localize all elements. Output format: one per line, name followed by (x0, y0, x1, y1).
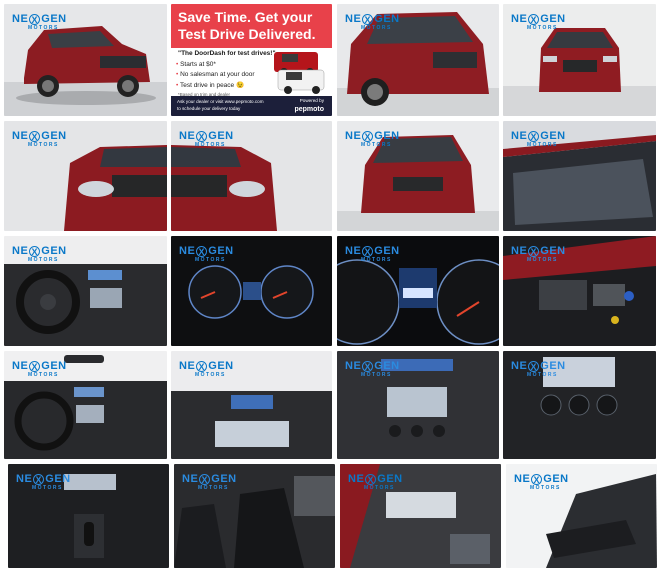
promo-footer: Ask your dealer or visit www.pepmoto.com… (171, 96, 332, 116)
promo-headline: Save Time. Get your (178, 9, 313, 25)
dealer-logo: NE X GEN MOTORS (511, 130, 566, 148)
gallery-photo[interactable]: NE X GEN MOTORS (503, 4, 656, 116)
promo-bullet: Starts at $0* (176, 61, 255, 68)
gallery-photo[interactable]: NE X GEN MOTORS (171, 351, 332, 459)
promo-footer-line-2: to schedule your delivery today (177, 106, 241, 111)
gallery-photo[interactable]: NE X GEN MOTORS (337, 351, 499, 459)
dealer-logo: NE X GEN MOTORS (345, 130, 400, 148)
dealer-logo: NE X GEN MOTORS (182, 473, 237, 491)
dealer-logo: NE X GEN MOTORS (12, 130, 67, 148)
dealer-logo: NE X GEN MOTORS (179, 130, 234, 148)
gallery-photo[interactable]: NE X GEN MOTORS (4, 351, 167, 459)
gallery-photo[interactable]: NE X GEN MOTORS (506, 464, 657, 568)
dealer-logo: NE X GEN MOTORS (179, 360, 234, 378)
gallery-photo[interactable]: NE X GEN MOTORS (174, 464, 335, 568)
gallery-photo[interactable]: NE X GEN MOTORS (171, 236, 332, 346)
gallery-photo[interactable]: NE X GEN MOTORS (4, 4, 167, 116)
dealer-logo: NE X GEN MOTORS (16, 473, 71, 491)
dealer-logo: NE X GEN MOTORS (511, 13, 566, 31)
gallery-photo[interactable]: NE X GEN MOTORS (8, 464, 169, 568)
dealer-logo: NE X GEN MOTORS (12, 245, 67, 263)
promo-bullets: Starts at $0* No salesman at your door T… (176, 61, 255, 92)
dealer-logo: NE X GEN MOTORS (348, 473, 403, 491)
dealer-logo: NE X GEN MOTORS (511, 360, 566, 378)
promo-banner: Save Time. Get your Test Drive Delivered… (171, 4, 332, 48)
dealer-logo: NE X GEN MOTORS (345, 245, 400, 263)
gallery-photo[interactable]: NE X GEN MOTORS (340, 464, 501, 568)
powered-by-label: Powered by (299, 98, 324, 103)
trucks-image (274, 52, 325, 94)
gallery-photo[interactable]: NE X GEN MOTORS (4, 236, 167, 346)
gallery-photo[interactable]: NE X GEN MOTORS (503, 236, 656, 346)
dealer-logo: NE X GEN MOTORS (514, 473, 569, 491)
dealer-logo: NE X GEN MOTORS (12, 360, 67, 378)
gallery-photo[interactable]: NE X GEN MOTORS (337, 4, 499, 116)
promo-headline-2: Test Drive Delivered. (178, 26, 316, 42)
dealer-logo: NE X GEN MOTORS (345, 13, 400, 31)
gallery-photo[interactable]: NE X GEN MOTORS (4, 121, 167, 231)
dealer-logo: NE X GEN MOTORS (511, 245, 566, 263)
dealer-logo: NE X GEN MOTORS (12, 13, 67, 31)
gallery-photo[interactable]: NE X GEN MOTORS (171, 121, 332, 231)
gallery-photo[interactable]: NE X GEN MOTORS (503, 121, 656, 231)
promo-quote: "The DoorDash for test drives!" (178, 50, 276, 57)
pepmoto-brand: pepmoto (294, 106, 324, 113)
gallery-photo[interactable]: NE X GEN MOTORS (337, 121, 499, 231)
promo-bullet: No salesman at your door (176, 71, 254, 78)
promo-bullet: Test drive in peace 😉 (176, 81, 255, 89)
dealer-logo: NE X GEN MOTORS (345, 360, 400, 378)
gallery-photo[interactable]: NE X GEN MOTORS (503, 351, 656, 459)
gallery-photo[interactable]: NE X GEN MOTORS (337, 236, 499, 346)
dealer-logo: NE X GEN MOTORS (179, 245, 234, 263)
photo-gallery-grid: NE X GEN MOTORS Save Time. Get your Test Dr… (0, 0, 660, 571)
promo-tile[interactable]: Save Time. Get your Test Drive Delivered… (171, 4, 332, 116)
promo-footer-line: Ask your dealer or visit www.pepmoto.com (177, 99, 264, 104)
